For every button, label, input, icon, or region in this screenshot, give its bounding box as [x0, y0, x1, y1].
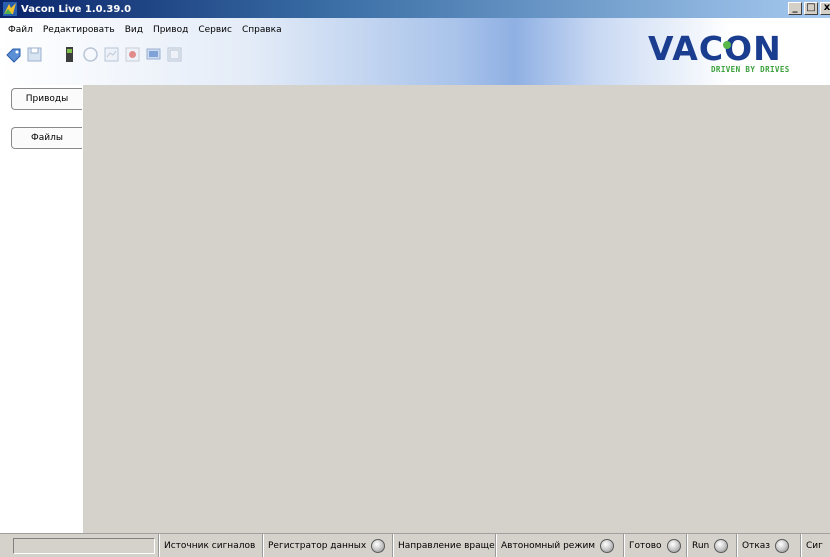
status-signal-source: Источник сигналов — [158, 534, 262, 557]
stop-icon[interactable] — [124, 46, 141, 63]
status-ready-label: Готово — [629, 540, 662, 551]
status-run-label: Run — [692, 540, 710, 551]
ready-led-icon — [666, 538, 681, 553]
status-data-logger: Регистратор данных — [262, 534, 392, 557]
connect-icon[interactable] — [5, 46, 22, 63]
status-progress — [13, 537, 155, 554]
status-signal: Сиг — [800, 534, 830, 557]
panel-icon[interactable] — [166, 46, 183, 63]
status-fault-label: Отказ — [742, 540, 771, 551]
vacon-app-icon — [3, 2, 17, 16]
fault-led-icon — [775, 538, 790, 553]
status-data-logger-label: Регистратор данных — [268, 540, 367, 551]
logo-brand: VACON — [648, 29, 782, 68]
nav-tab-files-label: Файлы — [31, 133, 63, 143]
status-standalone-label: Автономный режим — [501, 540, 596, 551]
menu-file[interactable]: Файл — [3, 23, 38, 37]
minimize-button[interactable]: _ — [788, 2, 802, 15]
toolbar — [5, 46, 183, 63]
menu-service[interactable]: Сервис — [193, 23, 237, 37]
title-bar: Vacon Live 1.0.39.0 _ □ x — [0, 0, 830, 18]
left-nav: Приводы Файлы — [0, 85, 83, 533]
nav-tab-drives-label: Приводы — [25, 94, 69, 104]
logo-dot-icon — [723, 41, 731, 49]
record-icon[interactable] — [82, 46, 99, 63]
menu-help[interactable]: Справка — [237, 23, 287, 37]
data-logger-led-icon — [371, 538, 386, 553]
status-direction-label: Направление враще — [398, 540, 495, 551]
drive-icon[interactable] — [61, 46, 78, 63]
status-ready: Готово — [623, 534, 686, 557]
workspace — [83, 85, 830, 533]
status-direction: Направление враще — [392, 534, 495, 557]
header: Файл Редактировать Вид Привод Сервис Спр… — [0, 18, 830, 85]
maximize-button[interactable]: □ — [804, 2, 818, 15]
nav-tab-files[interactable]: Файлы — [11, 127, 82, 149]
logo-tagline: DRIVEN BY DRIVES — [711, 65, 790, 74]
run-led-icon — [714, 538, 729, 553]
status-bar: Источник сигналов Регистратор данных Нап… — [0, 533, 830, 557]
close-button[interactable]: x — [820, 2, 830, 15]
status-signal-source-label: Источник сигналов — [164, 540, 256, 551]
window-title: Vacon Live 1.0.39.0 — [21, 3, 132, 15]
chart-icon[interactable] — [103, 46, 120, 63]
save-icon[interactable] — [26, 46, 43, 63]
nav-tab-drives[interactable]: Приводы — [11, 88, 82, 110]
menu-bar: Файл Редактировать Вид Привод Сервис Спр… — [3, 23, 287, 37]
status-standalone: Автономный режим — [495, 534, 623, 557]
menu-edit[interactable]: Редактировать — [38, 23, 120, 37]
status-fault: Отказ — [736, 534, 800, 557]
status-run: Run — [686, 534, 736, 557]
menu-drive[interactable]: Привод — [148, 23, 193, 37]
status-signal-label: Сиг — [806, 540, 823, 551]
vacon-logo: VACON DRIVEN BY DRIVES — [648, 29, 823, 75]
monitor-icon[interactable] — [145, 46, 162, 63]
standalone-led-icon — [600, 538, 615, 553]
menu-view[interactable]: Вид — [120, 23, 148, 37]
